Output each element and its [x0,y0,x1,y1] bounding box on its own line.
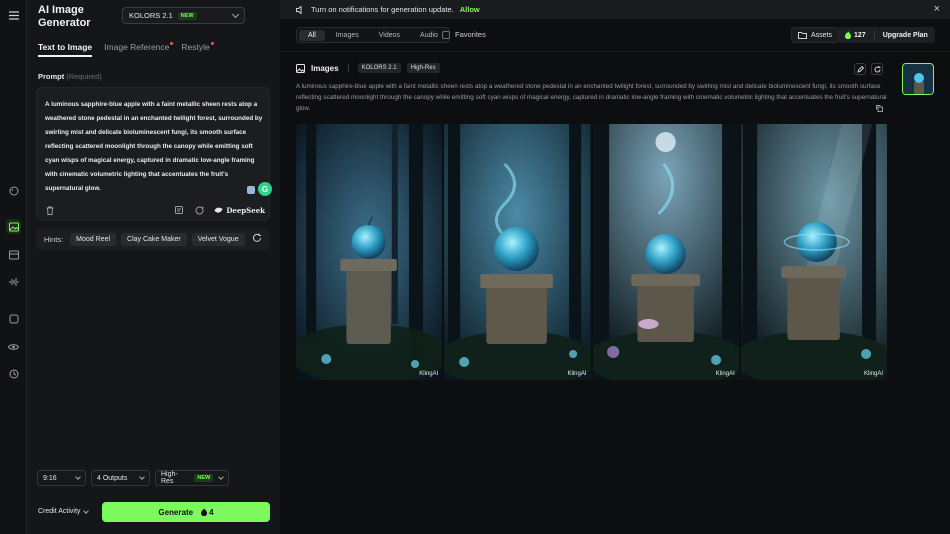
enhance-icon[interactable] [194,205,204,215]
cube-icon[interactable] [6,311,21,326]
new-badge: NEW [177,11,197,20]
required-hint: (Required) [66,72,102,81]
page-title: AI Image Generator [38,4,91,29]
prompt-toolbar: DeepSeek [45,204,265,216]
result-actions [854,63,883,75]
result-header: Images KOLORS 2.1 High-Res [296,63,440,73]
history-icon[interactable] [6,366,21,381]
hints-label: Hints: [44,234,64,244]
hints-bar: Hints: Mood Reel Clay Cake Maker Velvet … [36,228,270,250]
watermark: KlingAI [567,371,587,377]
new-badge: NEW [194,474,214,482]
hint-chip[interactable]: Clay Cake Maker [121,232,187,246]
flame-icon [201,508,208,516]
image-results: KlingAI KlingAI KlingAI KlingAI [296,124,887,380]
hint-chip[interactable]: Mood Reel [70,232,117,246]
assets-button[interactable]: Assets [791,27,840,43]
generated-image[interactable]: KlingAI [740,124,887,380]
folder-icon [798,31,807,39]
media-filter: All Images Videos Audio [296,27,450,43]
generate-cost: 4 [201,508,214,517]
menu-icon[interactable] [6,8,21,23]
credit-activity-button[interactable]: Credit Activity [38,507,90,515]
prompt-text[interactable]: A luminous sapphire-blue apple with a fa… [45,98,265,196]
trash-icon[interactable] [45,205,55,215]
chevron-down-icon [139,474,145,480]
credit-balance: 127 [837,31,875,39]
result-prompt: A luminous sapphire-blue apple with a fa… [296,83,887,112]
notification-text: Turn on notifications for generation upd… [311,5,454,14]
watermark: KlingAI [715,371,735,377]
palette-icon[interactable] [6,183,21,198]
flame-icon [845,31,851,39]
eye-icon[interactable] [6,339,21,354]
image-icon[interactable] [6,219,21,234]
favorites-checkbox[interactable] [442,30,450,39]
model-select-value: KOLORS 2.1 [129,11,173,20]
result-thumbnail[interactable] [902,63,934,95]
generate-button[interactable]: Generate 4 [102,502,270,522]
grammar-assist-icon[interactable]: G [258,182,272,196]
chevron-down-icon [218,474,224,480]
regenerate-icon[interactable] [871,63,883,75]
video-icon[interactable] [6,247,21,262]
generation-options: 9:16 4 Outputs High-Res NEW [37,470,229,486]
edit-icon[interactable] [854,63,866,75]
deepseek-button[interactable]: DeepSeek [214,206,265,215]
divider [280,51,950,52]
image-icon [296,63,305,73]
audio-wave-icon[interactable] [6,274,21,289]
favorites-toggle[interactable]: Favorites [442,30,486,39]
generated-image[interactable]: KlingAI [444,124,591,380]
icon-rail [0,0,27,534]
chevron-down-icon [75,474,81,480]
prompt-input[interactable]: A luminous sapphire-blue apple with a fa… [36,87,272,221]
tab-restyle[interactable]: Restyle [181,42,214,57]
model-tag: KOLORS 2.1 [357,63,401,73]
copy-icon[interactable] [876,105,883,114]
new-dot [210,42,214,45]
refresh-icon[interactable] [252,233,262,245]
tab-text-to-image[interactable]: Text to Image [38,42,93,57]
hint-chip[interactable]: Velvet Vogue [191,232,245,246]
quality-tag: High-Res [406,63,440,73]
generated-image[interactable]: KlingAI [296,124,443,380]
allow-notifications-link[interactable]: Allow [460,5,480,14]
watermark: KlingAI [863,371,883,377]
filter-images[interactable]: Images [327,30,368,41]
new-dot [170,42,174,45]
notification-bar: Turn on notifications for generation upd… [280,0,950,19]
filter-all[interactable]: All [299,29,325,41]
model-select[interactable]: KOLORS 2.1 NEW [122,7,245,24]
template-icon[interactable] [174,205,184,215]
chat-icon[interactable] [247,186,255,194]
tab-image-reference[interactable]: Image Reference [104,42,174,57]
generator-panel: AI Image Generator KOLORS 2.1 NEW Text t… [27,0,280,534]
filter-videos[interactable]: Videos [370,30,409,41]
watermark: KlingAI [419,371,439,377]
close-icon[interactable]: × [934,3,940,15]
quality-select[interactable]: High-Res NEW [155,470,229,486]
chevron-down-icon [83,507,90,514]
upgrade-plan-button[interactable]: 127 Upgrade Plan [837,27,935,43]
speaker-icon [296,5,302,14]
aspect-ratio-select[interactable]: 9:16 [37,470,86,486]
chevron-down-icon [231,10,240,18]
results-area: Turn on notifications for generation upd… [280,0,950,534]
prompt-label: Prompt (Required) [38,72,102,81]
mode-tabs: Text to Image Image Reference Restyle [38,42,214,57]
outputs-select[interactable]: 4 Outputs [91,470,150,486]
generated-image[interactable]: KlingAI [592,124,739,380]
